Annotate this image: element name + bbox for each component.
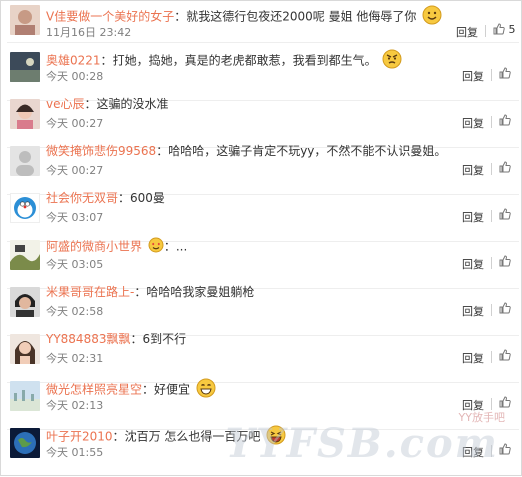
comment-username[interactable]: 微光怎样照亮星空 [46, 383, 142, 397]
watermark-logo: YYFSB.com [225, 420, 499, 467]
thumbs-up-icon [499, 255, 511, 267]
comment-list: V佳要做一个美好的女子：就我这德行包夜还2000呢 曼姐 他侮辱了你 11月16… [0, 0, 522, 476]
divider [491, 210, 492, 222]
avatar[interactable] [10, 146, 40, 176]
comment-text-line: 社会你无双哥：600曼 [46, 191, 165, 205]
comment-text-line: YY884883飘飘：6到不行 [46, 332, 187, 346]
avatar[interactable] [10, 193, 40, 223]
thumbs-up-icon [499, 396, 511, 408]
comment-time: 今天 03:07 [46, 211, 104, 224]
comment-username[interactable]: 叶子开2010 [46, 430, 113, 444]
divider [491, 257, 492, 269]
comment-text-line: 米果哥哥在路上-：哈哈哈我家曼姐躺枪 [46, 285, 255, 299]
reply-button[interactable]: 回复 [462, 256, 484, 272]
like-button[interactable] [499, 255, 511, 268]
like-button[interactable] [499, 67, 511, 80]
smile-emoji-icon [422, 5, 442, 29]
comment-time: 今天 02:58 [46, 305, 104, 318]
comment-time: 今天 00:27 [46, 117, 104, 130]
reply-button[interactable]: 回复 [462, 115, 484, 131]
comment-text-line: ve心辰：这骗的没水准 [46, 97, 169, 111]
comment-time: 今天 02:13 [46, 399, 104, 412]
thumbs-up-icon [499, 349, 511, 361]
thumbs-up-icon [499, 161, 511, 173]
like-button[interactable] [499, 349, 511, 362]
thumbs-up-icon [499, 67, 511, 79]
comment-body: 哈哈哈，这骗子肯定不玩yy，不然不能不认识曼姐。 [168, 144, 447, 158]
divider [491, 304, 492, 316]
like-count: 5 [508, 23, 516, 36]
like-button[interactable]: 5 [493, 23, 516, 36]
comment-time: 今天 03:05 [46, 258, 104, 271]
comment-username[interactable]: 阿盛的微商小世界 [46, 240, 142, 254]
comment-body: ... [175, 239, 188, 254]
comment-body: 6到不行 [142, 332, 187, 346]
divider [491, 69, 492, 81]
comment-body: 哈哈哈我家曼姐躺枪 [146, 285, 255, 299]
avatar[interactable] [10, 99, 40, 129]
comment-text-line: 阿盛的微商小世界 ：... [46, 237, 187, 257]
reply-button[interactable]: 回复 [462, 68, 484, 84]
comment-username[interactable]: 奥雄0221 [46, 54, 101, 68]
like-button[interactable] [499, 161, 511, 174]
reply-button[interactable]: 回复 [462, 303, 484, 319]
comment-body: 600曼 [130, 191, 165, 205]
angry-emoji-icon [382, 49, 402, 73]
comment-username[interactable]: 社会你无双哥 [46, 191, 118, 205]
comment-body: 这骗的没水准 [96, 97, 169, 111]
comment-username[interactable]: 微笑掩饰悲伤99568 [46, 144, 156, 158]
comment-username[interactable]: 米果哥哥在路上- [46, 285, 134, 299]
like-button[interactable] [499, 114, 511, 127]
comment-body: 打她，捣她，真是的老虎都敢惹，我看到都生气。 [112, 53, 377, 68]
reply-button[interactable]: 回复 [456, 24, 478, 40]
comment-time: 今天 00:28 [46, 70, 104, 83]
divider [485, 25, 486, 37]
avatar[interactable] [10, 381, 40, 411]
comment-username[interactable]: V佳要做一个美好的女子 [46, 10, 174, 24]
heart-eyes-emoji-icon [148, 237, 164, 257]
grin-emoji-icon [196, 378, 216, 402]
like-button[interactable] [499, 396, 511, 409]
comment-username[interactable]: YY884883飘飘 [46, 332, 130, 346]
comment-time: 11月16日 23:42 [46, 26, 132, 39]
comment-text-line: 微笑掩饰悲伤99568：哈哈哈，这骗子肯定不玩yy，不然不能不认识曼姐。 [46, 144, 447, 158]
divider [491, 163, 492, 175]
comment-time: 今天 00:27 [46, 164, 104, 177]
thumbs-up-icon [499, 443, 511, 455]
avatar[interactable] [10, 240, 40, 270]
avatar[interactable] [10, 287, 40, 317]
reply-button[interactable]: 回复 [462, 162, 484, 178]
avatar[interactable] [10, 428, 40, 458]
avatar[interactable] [10, 52, 40, 82]
thumbs-up-icon [493, 23, 505, 35]
comment-body: 就我这德行包夜还2000呢 曼姐 他侮辱了你 [186, 9, 417, 24]
reply-button[interactable]: 回复 [462, 209, 484, 225]
reply-button[interactable]: 回复 [462, 350, 484, 366]
thumbs-up-icon [499, 302, 511, 314]
avatar[interactable] [10, 334, 40, 364]
like-button[interactable] [499, 302, 511, 315]
thumbs-up-icon [499, 114, 511, 126]
comment-body: 好便宜 [154, 382, 191, 397]
comment-username[interactable]: ve心辰 [46, 97, 85, 111]
divider [491, 351, 492, 363]
comment-time: 今天 01:55 [46, 446, 104, 459]
like-button[interactable] [499, 443, 511, 456]
comment-time: 今天 02:31 [46, 352, 104, 365]
divider [491, 116, 492, 128]
avatar[interactable] [10, 5, 40, 35]
like-button[interactable] [499, 208, 511, 221]
thumbs-up-icon [499, 208, 511, 220]
